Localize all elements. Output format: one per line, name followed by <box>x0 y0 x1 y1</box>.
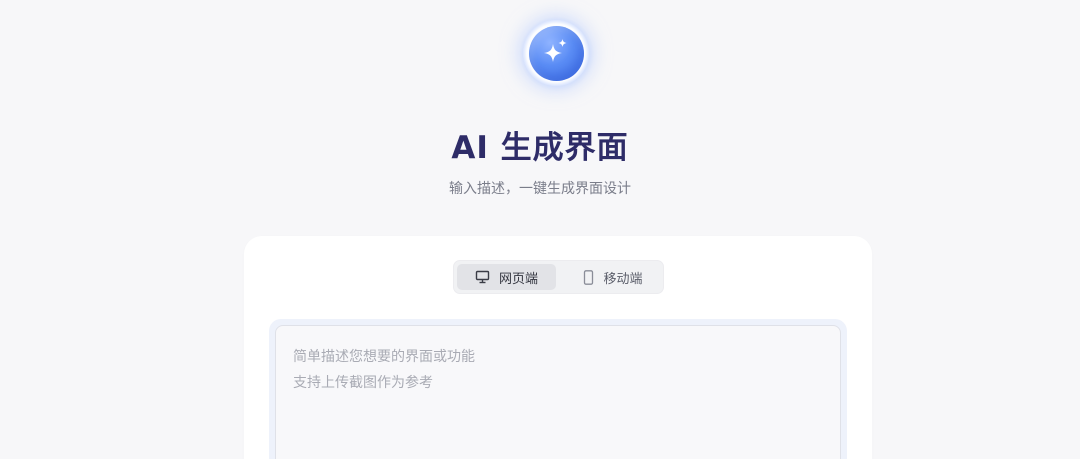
sparkle-icon <box>529 26 584 81</box>
phone-icon <box>583 269 594 285</box>
monitor-icon <box>475 270 490 284</box>
prompt-input-wrap: 简单描述您想要的界面或功能 支持上传截图作为参考 <box>269 319 847 459</box>
platform-toggle: 网页端 移动端 <box>453 260 664 294</box>
tab-mobile-label: 移动端 <box>603 271 643 287</box>
prompt-input[interactable]: 简单描述您想要的界面或功能 支持上传截图作为参考 <box>275 325 841 459</box>
page-title: AI 生成界面 <box>451 130 629 166</box>
tab-web[interactable]: 网页端 <box>457 264 556 290</box>
page-subtitle: 输入描述，一键生成界面设计 <box>449 181 631 197</box>
tab-web-label: 网页端 <box>498 271 538 287</box>
tab-mobile[interactable]: 移动端 <box>566 264 660 290</box>
ai-generate-page: AI 生成界面 输入描述，一键生成界面设计 网页端 移动端 简单描述您想要的界面… <box>0 0 1080 459</box>
generator-card: 网页端 移动端 简单描述您想要的界面或功能 支持上传截图作为参考 <box>244 236 872 459</box>
